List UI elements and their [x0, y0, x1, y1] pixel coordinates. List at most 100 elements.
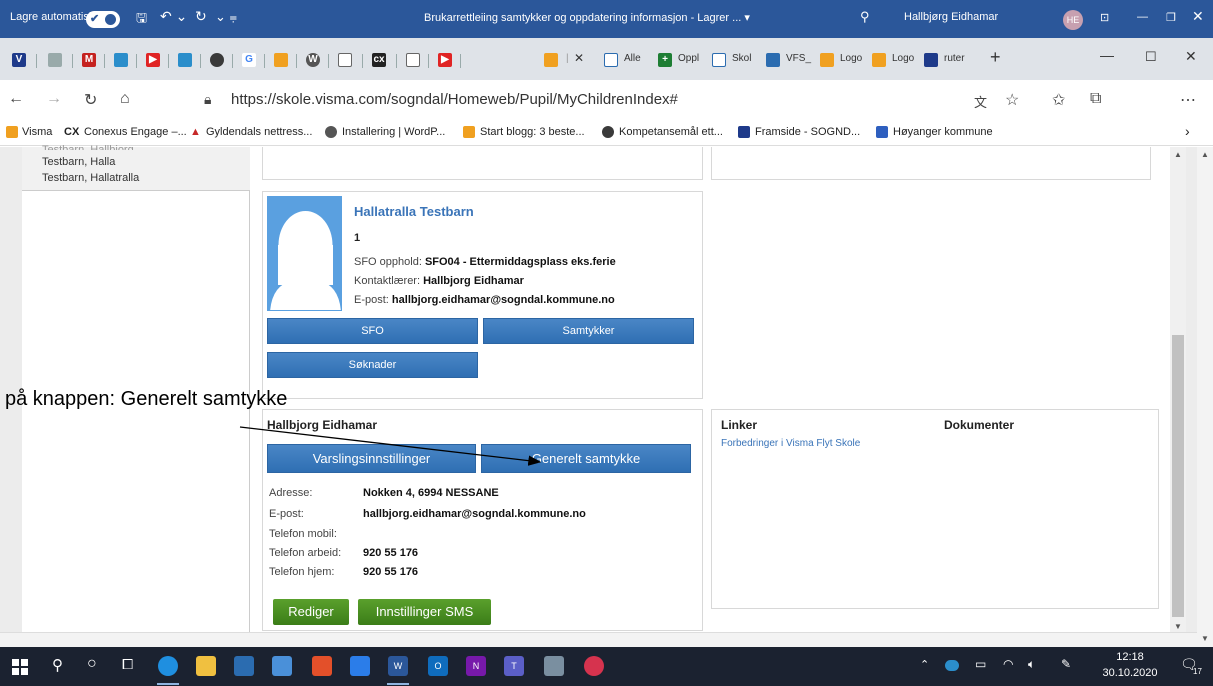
tab-icon-oppl[interactable]: +	[658, 53, 672, 67]
gmail-tab-icon[interactable]: M	[82, 53, 96, 67]
tab-oppl[interactable]: Oppl	[678, 53, 699, 64]
document-title[interactable]: Brukarrettleiing samtykker og oppdaterin…	[424, 11, 750, 24]
tab-vfs[interactable]: VFS_	[786, 53, 811, 64]
tab-icon-alle[interactable]	[604, 53, 618, 67]
battery-icon[interactable]: ▭	[975, 657, 986, 671]
customize-qat-icon[interactable]: ⌄ ⩦	[215, 9, 237, 25]
restore-icon[interactable]: ❐	[1166, 11, 1176, 24]
doc-tab-icon-2[interactable]	[406, 53, 420, 67]
file-explorer-icon[interactable]	[196, 656, 216, 676]
scroll-up-icon[interactable]: ▲	[1174, 150, 1182, 159]
tab-alle[interactable]: Alle	[624, 53, 641, 64]
save-icon[interactable]: 🖫	[136, 9, 147, 31]
child-name[interactable]: Hallatralla Testbarn	[354, 204, 474, 219]
translate-icon[interactable]: 文	[974, 92, 987, 111]
store-icon[interactable]	[234, 656, 254, 676]
forward-icon[interactable]: →	[46, 90, 62, 108]
tab-icon-4[interactable]	[114, 53, 128, 67]
tab-close-icon[interactable]: ✕	[574, 51, 584, 65]
tab-icon-2[interactable]	[48, 53, 62, 67]
search-icon[interactable]: ⚲	[860, 9, 870, 25]
teams-icon[interactable]: T	[504, 656, 524, 676]
window-scroll-down-icon[interactable]: ▼	[1201, 634, 1209, 643]
close-icon[interactable]: ✕	[1192, 8, 1204, 25]
generelt-samtykke-button[interactable]: Generelt samtykke	[481, 444, 691, 473]
tab-logo-2[interactable]: Logo	[892, 53, 914, 64]
tab-icon-logo1[interactable]	[820, 53, 834, 67]
wifi-icon[interactable]: ◠	[1003, 657, 1013, 671]
bookmark-hoyanger[interactable]: Høyanger kommune	[893, 126, 993, 138]
tab-logo-1[interactable]: Logo	[840, 53, 862, 64]
bookmark-visma[interactable]: Visma	[22, 126, 52, 138]
home-icon[interactable]: ⌂	[120, 90, 130, 108]
paint-icon[interactable]	[544, 656, 564, 676]
tab-ruter[interactable]: ruter	[944, 53, 965, 64]
browser-maximize-icon[interactable]: ☐	[1145, 49, 1157, 65]
refresh-icon[interactable]: ↻	[84, 90, 97, 110]
page-scrollbar-thumb[interactable]	[1172, 335, 1184, 617]
undo-icon[interactable]: ↶ ⌄	[160, 8, 187, 25]
scroll-down-icon[interactable]: ▼	[1174, 622, 1182, 631]
chevron-right-icon[interactable]: ›	[1185, 123, 1190, 139]
onenote-icon[interactable]: N	[466, 656, 486, 676]
tab-icon-vfs[interactable]	[766, 53, 780, 67]
tab-icon-6[interactable]	[178, 53, 192, 67]
minimize-icon[interactable]: —	[1137, 11, 1148, 23]
favorites-icon[interactable]: ✩	[1052, 90, 1065, 110]
sfo-button[interactable]: SFO	[267, 318, 478, 344]
youtube-tab-icon-2[interactable]: ▶	[438, 53, 452, 67]
tab-icon-logo2[interactable]	[872, 53, 886, 67]
rediger-button[interactable]: Rediger	[273, 599, 349, 625]
tab-skol[interactable]: Skol	[732, 53, 751, 64]
window-scroll-up-icon[interactable]: ▲	[1201, 150, 1209, 159]
bookmark-conexus[interactable]: Conexus Engage –...	[84, 126, 187, 138]
child-item-hallatralla[interactable]: Testbarn, Hallatralla	[42, 172, 139, 184]
collections-icon[interactable]: ⧉	[1090, 90, 1101, 108]
pen-icon[interactable]: ✎	[1061, 657, 1071, 671]
search-taskbar-icon[interactable]: ⚲	[52, 656, 63, 674]
wordpress-tab-icon[interactable]: W	[306, 53, 320, 67]
google-tab-icon[interactable]: G	[242, 53, 256, 67]
tab-icon-ruter[interactable]	[924, 53, 938, 67]
link-forbedringer[interactable]: Forbedringer i Visma Flyt Skole	[721, 438, 860, 449]
user-avatar[interactable]: HE	[1063, 10, 1083, 30]
people-icon[interactable]	[350, 656, 370, 676]
bookmark-gyldendal[interactable]: Gyldendals nettress...	[206, 126, 312, 138]
sms-settings-button[interactable]: Innstillinger SMS	[358, 599, 491, 625]
office-icon[interactable]	[312, 656, 332, 676]
child-item-halla[interactable]: Testbarn, Halla	[42, 156, 115, 168]
bookmark-blogg[interactable]: Start blogg: 3 beste...	[480, 126, 585, 138]
volume-icon[interactable]: 🔈︎	[1028, 657, 1035, 672]
browser-minimize-icon[interactable]: —	[1100, 47, 1114, 63]
windows-start-icon[interactable]	[12, 659, 28, 675]
visma-tab-icon[interactable]	[544, 53, 558, 67]
back-icon[interactable]: ←	[8, 90, 24, 108]
bookmark-kompetanse[interactable]: Kompetansemål ett...	[619, 126, 723, 138]
ribbon-display-icon[interactable]: ⊡	[1100, 11, 1109, 24]
bookmark-wordpress[interactable]: Installering | WordP...	[342, 126, 445, 138]
tray-expand-icon[interactable]: ⌃	[920, 658, 929, 671]
samtykker-button[interactable]: Samtykker	[483, 318, 694, 344]
outlook-icon[interactable]: O	[428, 656, 448, 676]
user-name[interactable]: Hallbjørg Eidhamar	[904, 11, 998, 23]
browser-close-icon[interactable]: ✕	[1185, 48, 1197, 65]
youtube-tab-icon[interactable]: ▶	[146, 53, 160, 67]
tab-icon-skol[interactable]	[712, 53, 726, 67]
window-scrollbar[interactable]	[1197, 147, 1213, 647]
varsling-button[interactable]: Varslingsinnstillinger	[267, 444, 476, 473]
bookmark-framside[interactable]: Framside - SOGND...	[755, 126, 860, 138]
clock-date[interactable]: 30.10.2020	[1100, 667, 1160, 679]
tab-icon-7[interactable]	[210, 53, 224, 67]
new-tab-icon[interactable]: +	[990, 47, 1001, 68]
edge-icon[interactable]	[158, 656, 178, 676]
app-icon-red[interactable]	[584, 656, 604, 676]
doc-tab-icon[interactable]	[338, 53, 352, 67]
favorite-star-icon[interactable]: ☆	[1005, 90, 1019, 110]
soknader-button[interactable]: Søknader	[267, 352, 478, 378]
mail-icon[interactable]	[272, 656, 292, 676]
onedrive-icon[interactable]	[945, 660, 959, 671]
task-view-icon[interactable]: ⧠	[122, 656, 133, 673]
clock-time[interactable]: 12:18	[1100, 651, 1160, 663]
word-icon[interactable]: W	[388, 656, 408, 676]
more-icon[interactable]: ⋯	[1180, 90, 1196, 110]
